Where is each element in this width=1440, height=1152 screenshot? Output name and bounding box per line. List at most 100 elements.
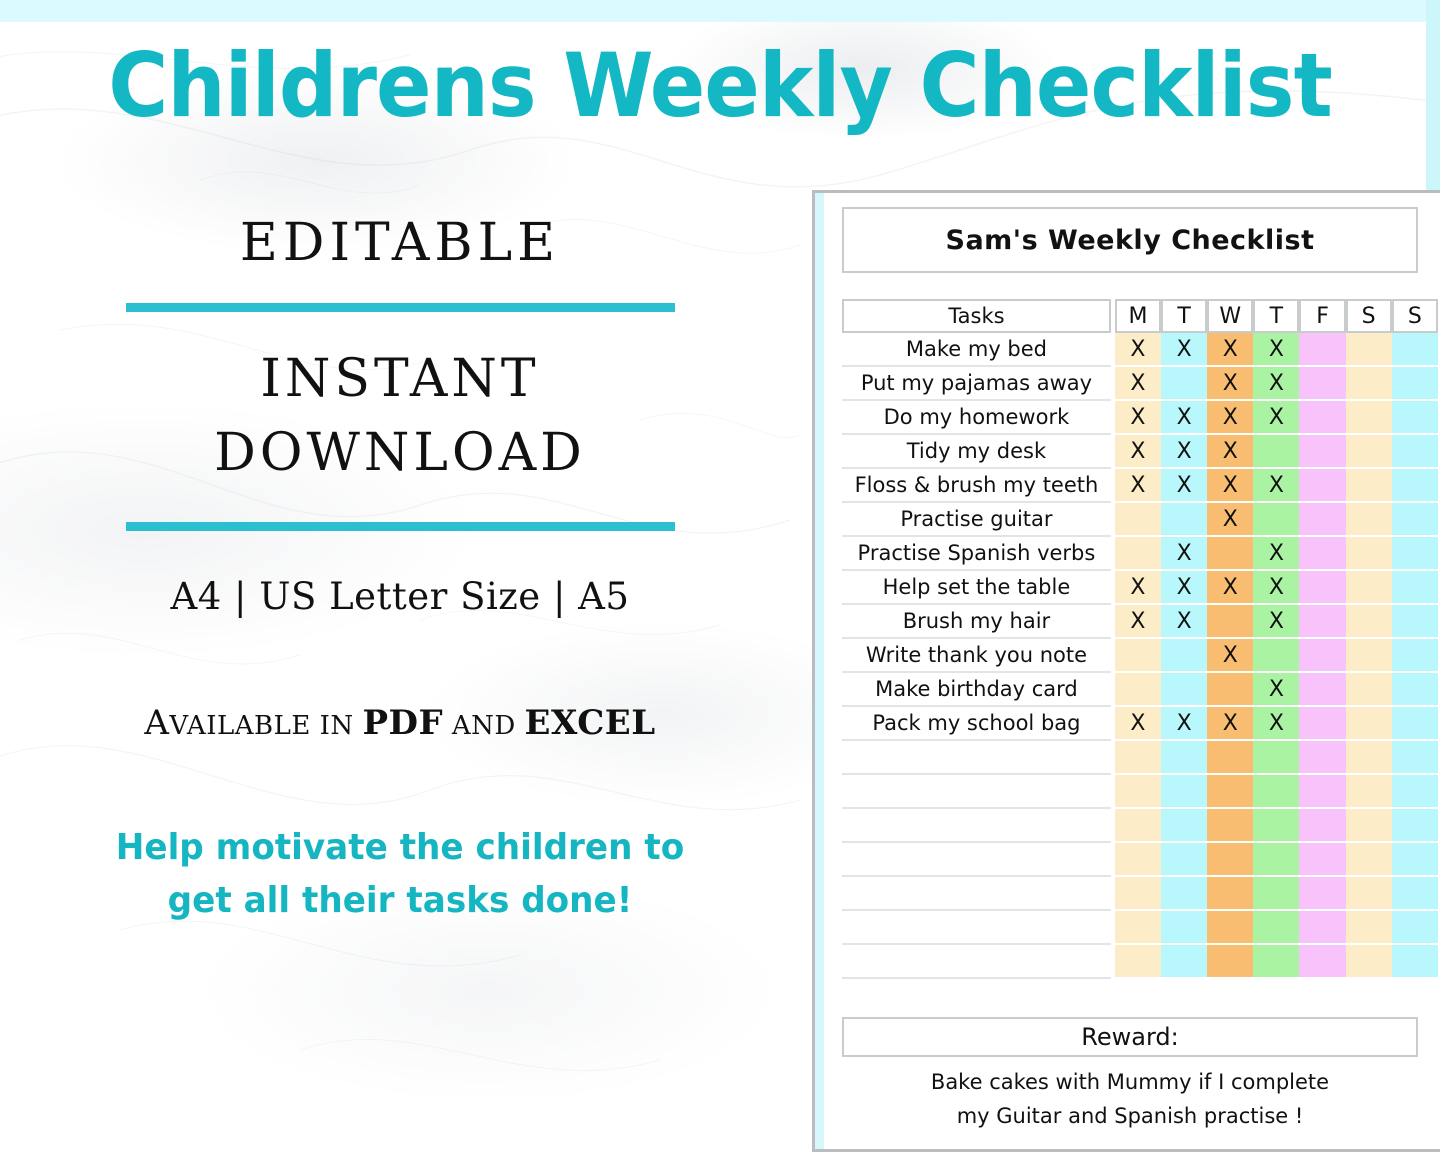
task-cell[interactable]: Brush my hair bbox=[842, 605, 1111, 639]
day-cell[interactable] bbox=[1114, 809, 1162, 843]
day-cell[interactable]: X bbox=[1207, 333, 1254, 367]
day-cell[interactable]: X bbox=[1207, 435, 1254, 469]
day-cell[interactable] bbox=[1253, 945, 1300, 979]
day-cell[interactable] bbox=[1114, 945, 1162, 979]
day-cell[interactable] bbox=[1345, 707, 1392, 741]
day-cell[interactable]: X bbox=[1114, 435, 1162, 469]
day-cell[interactable] bbox=[1345, 333, 1392, 367]
day-cell[interactable] bbox=[1391, 401, 1438, 435]
day-cell[interactable] bbox=[1207, 809, 1254, 843]
day-cell[interactable] bbox=[1161, 503, 1208, 537]
day-cell[interactable]: X bbox=[1114, 401, 1162, 435]
day-cell[interactable] bbox=[1391, 503, 1438, 537]
task-cell[interactable] bbox=[842, 775, 1111, 809]
day-cell[interactable] bbox=[1161, 843, 1208, 877]
day-cell[interactable]: X bbox=[1253, 469, 1300, 503]
day-cell[interactable]: X bbox=[1207, 401, 1254, 435]
day-cell[interactable]: X bbox=[1253, 537, 1300, 571]
task-cell[interactable]: Practise Spanish verbs bbox=[842, 537, 1111, 571]
day-cell[interactable] bbox=[1345, 741, 1392, 775]
day-cell[interactable] bbox=[1391, 435, 1438, 469]
day-cell[interactable]: X bbox=[1161, 333, 1208, 367]
day-cell[interactable] bbox=[1114, 673, 1162, 707]
day-cell[interactable] bbox=[1299, 775, 1346, 809]
day-cell[interactable] bbox=[1114, 843, 1162, 877]
task-cell[interactable] bbox=[842, 843, 1111, 877]
day-cell[interactable] bbox=[1299, 333, 1346, 367]
day-cell[interactable]: X bbox=[1207, 469, 1254, 503]
day-cell[interactable] bbox=[1161, 911, 1208, 945]
day-cell[interactable] bbox=[1345, 877, 1392, 911]
day-cell[interactable] bbox=[1114, 537, 1162, 571]
day-cell[interactable] bbox=[1391, 775, 1438, 809]
task-cell[interactable]: Write thank you note bbox=[842, 639, 1111, 673]
day-cell[interactable]: X bbox=[1253, 401, 1300, 435]
day-cell[interactable]: X bbox=[1114, 367, 1162, 401]
day-cell[interactable] bbox=[1299, 605, 1346, 639]
day-cell[interactable] bbox=[1345, 945, 1392, 979]
day-cell[interactable]: X bbox=[1161, 537, 1208, 571]
task-cell[interactable] bbox=[842, 877, 1111, 911]
day-cell[interactable] bbox=[1161, 877, 1208, 911]
day-cell[interactable] bbox=[1345, 605, 1392, 639]
day-cell[interactable] bbox=[1299, 537, 1346, 571]
day-cell[interactable] bbox=[1253, 435, 1300, 469]
day-cell[interactable]: X bbox=[1114, 469, 1162, 503]
day-cell[interactable] bbox=[1253, 911, 1300, 945]
day-cell[interactable]: X bbox=[1161, 401, 1208, 435]
task-cell[interactable] bbox=[842, 809, 1111, 843]
day-cell[interactable] bbox=[1207, 877, 1254, 911]
day-cell[interactable]: X bbox=[1253, 707, 1300, 741]
day-cell[interactable] bbox=[1299, 639, 1346, 673]
task-cell[interactable]: Make birthday card bbox=[842, 673, 1111, 707]
day-cell[interactable] bbox=[1391, 945, 1438, 979]
task-cell[interactable]: Tidy my desk bbox=[842, 435, 1111, 469]
day-cell[interactable] bbox=[1345, 775, 1392, 809]
day-cell[interactable] bbox=[1391, 367, 1438, 401]
day-cell[interactable] bbox=[1391, 639, 1438, 673]
day-cell[interactable] bbox=[1391, 571, 1438, 605]
task-cell[interactable]: Make my bed bbox=[842, 333, 1111, 367]
day-cell[interactable] bbox=[1299, 673, 1346, 707]
day-cell[interactable]: X bbox=[1114, 571, 1162, 605]
day-cell[interactable] bbox=[1391, 877, 1438, 911]
day-cell[interactable] bbox=[1114, 639, 1162, 673]
day-cell[interactable] bbox=[1391, 741, 1438, 775]
day-cell[interactable]: X bbox=[1161, 469, 1208, 503]
day-cell[interactable] bbox=[1161, 775, 1208, 809]
task-cell[interactable] bbox=[842, 911, 1111, 945]
day-cell[interactable] bbox=[1299, 911, 1346, 945]
day-cell[interactable] bbox=[1253, 503, 1300, 537]
day-cell[interactable] bbox=[1345, 503, 1392, 537]
day-cell[interactable] bbox=[1299, 877, 1346, 911]
day-cell[interactable] bbox=[1345, 843, 1392, 877]
day-cell[interactable] bbox=[1207, 843, 1254, 877]
day-cell[interactable] bbox=[1253, 877, 1300, 911]
day-cell[interactable]: X bbox=[1253, 333, 1300, 367]
day-cell[interactable] bbox=[1391, 469, 1438, 503]
day-cell[interactable]: X bbox=[1161, 707, 1208, 741]
day-cell[interactable] bbox=[1299, 401, 1346, 435]
day-cell[interactable] bbox=[1345, 673, 1392, 707]
day-cell[interactable] bbox=[1345, 571, 1392, 605]
task-cell[interactable]: Floss & brush my teeth bbox=[842, 469, 1111, 503]
day-cell[interactable]: X bbox=[1207, 367, 1254, 401]
day-cell[interactable] bbox=[1391, 911, 1438, 945]
day-cell[interactable] bbox=[1207, 741, 1254, 775]
day-cell[interactable] bbox=[1299, 435, 1346, 469]
day-cell[interactable] bbox=[1114, 503, 1162, 537]
day-cell[interactable] bbox=[1299, 707, 1346, 741]
day-cell[interactable] bbox=[1253, 775, 1300, 809]
day-cell[interactable] bbox=[1345, 639, 1392, 673]
day-cell[interactable]: X bbox=[1114, 333, 1162, 367]
day-cell[interactable] bbox=[1114, 877, 1162, 911]
day-cell[interactable] bbox=[1299, 809, 1346, 843]
day-cell[interactable] bbox=[1114, 741, 1162, 775]
day-cell[interactable] bbox=[1299, 367, 1346, 401]
day-cell[interactable]: X bbox=[1161, 435, 1208, 469]
day-cell[interactable] bbox=[1161, 945, 1208, 979]
day-cell[interactable] bbox=[1299, 843, 1346, 877]
day-cell[interactable]: X bbox=[1114, 707, 1162, 741]
day-cell[interactable]: X bbox=[1253, 673, 1300, 707]
day-cell[interactable] bbox=[1391, 673, 1438, 707]
